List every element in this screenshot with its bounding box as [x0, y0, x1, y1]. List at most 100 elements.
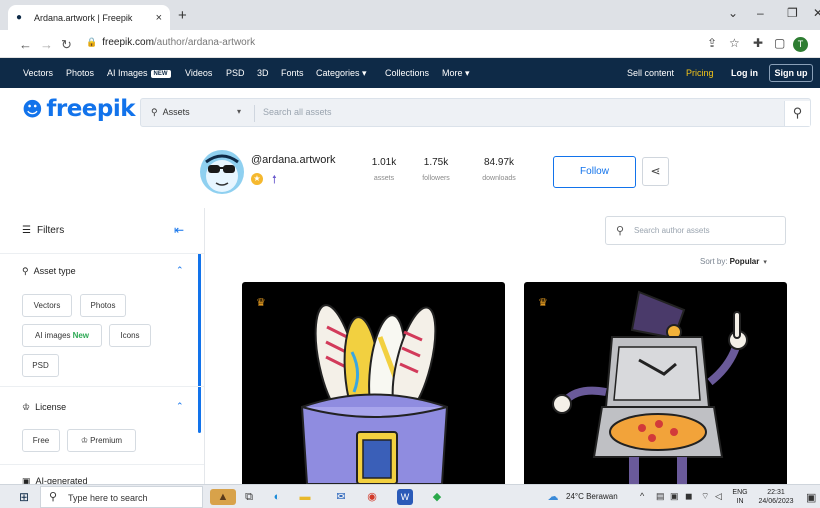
nav-ai-images[interactable]: AI Images NEW [107, 68, 171, 78]
weather-widget-icon[interactable]: ▲ [210, 489, 236, 505]
asset-card[interactable]: ♛ [524, 282, 787, 484]
windows-start-icon[interactable]: ⊞ [19, 490, 29, 504]
nav-photos[interactable]: Photos [66, 68, 94, 78]
stat-value: 1.75k [423, 157, 449, 168]
profile-avatar[interactable]: T [793, 37, 808, 52]
sidebar-scrollbar[interactable] [198, 253, 201, 433]
filters-header: ☰ Filters [22, 225, 64, 236]
chip-premium[interactable]: ♔ Premium [67, 429, 136, 452]
stat-downloads: 84.97k downloads [474, 157, 524, 182]
task-view-icon[interactable]: ⧉ [241, 489, 257, 505]
nav-3d[interactable]: 3D [257, 68, 269, 78]
tray-app-icon[interactable]: ▤ [656, 491, 665, 502]
tab-close-icon[interactable]: × [156, 12, 162, 24]
pricing-link[interactable]: Pricing [686, 68, 714, 78]
site-nav: Vectors Photos AI Images NEW Videos PSD 3… [0, 58, 820, 88]
chevron-up-icon[interactable]: ⌃ [176, 401, 184, 412]
nav-vectors[interactable]: Vectors [23, 68, 53, 78]
ai-generated-header[interactable]: ▣ AI-generated [22, 476, 88, 484]
lang-secondary: IN [736, 498, 744, 505]
tab-title: Ardana.artwork | Freepik [34, 12, 133, 23]
search-bar: ⚲ Assets ▾ Search all assets [140, 98, 811, 127]
chip-icons[interactable]: Icons [109, 324, 151, 347]
tray-app-icon[interactable]: ▣ [670, 491, 679, 502]
nav-psd[interactable]: PSD [226, 68, 245, 78]
tray-app-icon[interactable]: ◼ [685, 491, 692, 502]
clock[interactable]: 22:31 24/06/2023 [754, 488, 798, 506]
search-button[interactable]: ⚲ [784, 101, 810, 126]
divider [0, 464, 204, 465]
taskbar-search-input[interactable]: ⚲ Type here to search [40, 486, 203, 508]
language-indicator[interactable]: ENG IN [731, 488, 749, 506]
chip-ai-images[interactable]: AI images New [22, 324, 102, 347]
nav-videos[interactable]: Videos [185, 68, 212, 78]
freepik-logo[interactable]: ☻ freepik [22, 96, 136, 122]
chip-ai-images-label: AI images [34, 331, 71, 340]
lock-icon: 🔒 [86, 37, 98, 47]
forward-icon[interactable]: → [40, 37, 53, 52]
notifications-icon[interactable]: ▣ [806, 491, 816, 504]
mail-icon[interactable]: ✉ [333, 489, 349, 505]
sort-value: Popular [729, 257, 760, 266]
extensions-icon[interactable]: ✚ [753, 36, 763, 50]
crown-icon: ♔ [80, 436, 89, 445]
share-button[interactable]: ⋖ [642, 157, 669, 186]
chip-photos[interactable]: Photos [80, 294, 126, 317]
chevron-down-icon: ▾ [763, 259, 767, 266]
nav-more[interactable]: More ▾ [442, 68, 470, 79]
freepik-favicon-icon: ● [16, 11, 23, 23]
asset-type-header[interactable]: ⚲ Asset type [22, 266, 76, 277]
freepik-logo-icon: ☻ [22, 97, 43, 121]
asset-type-title: Asset type [33, 266, 76, 276]
chevron-up-icon[interactable]: ⌃ [176, 265, 184, 276]
sort-by-dropdown[interactable]: Sort by: Popular ▾ [700, 257, 767, 266]
new-tab-button[interactable]: + [178, 7, 187, 24]
network-icon[interactable]: ⌔ [701, 491, 709, 502]
author-search-placeholder: Search author assets [634, 226, 710, 235]
stat-followers: 1.75k followers [414, 157, 458, 182]
file-explorer-icon[interactable]: ▬ [297, 489, 313, 505]
share-page-icon[interactable]: ⇪ [707, 36, 717, 50]
divider [0, 253, 204, 254]
login-link[interactable]: Log in [731, 68, 758, 78]
asset-card[interactable]: ♛ [242, 282, 505, 484]
author-search-input[interactable]: ⚲ Search author assets [605, 216, 786, 245]
browser-tab[interactable]: ● Ardana.artwork | Freepik × [8, 5, 170, 30]
license-header[interactable]: ♔ License [22, 402, 66, 413]
chip-vectors[interactable]: Vectors [22, 294, 72, 317]
chevron-down-icon: ▾ [237, 107, 242, 116]
tab-search-icon[interactable]: ⌄ [728, 6, 738, 20]
restore-icon[interactable]: ❐ [787, 6, 798, 20]
word-icon[interactable]: W [397, 489, 413, 505]
url-domain: freepik.com [102, 37, 154, 48]
clock-time: 22:31 [767, 489, 785, 496]
nav-collections[interactable]: Collections [385, 68, 429, 78]
chip-psd[interactable]: PSD [22, 354, 59, 377]
edge-icon[interactable]: ◐ [269, 489, 285, 505]
author-handle: @ardana.artwork [251, 154, 336, 166]
app-icon[interactable]: ◆ [429, 489, 445, 505]
back-icon[interactable]: ← [19, 37, 32, 52]
side-panel-icon[interactable]: ▢ [774, 36, 785, 50]
tray-chevron-up-icon[interactable]: ^ [640, 491, 644, 501]
reload-icon[interactable]: ↻ [61, 37, 72, 53]
close-window-icon[interactable]: ✕ [813, 6, 820, 20]
assets-dropdown[interactable]: ⚲ Assets ▾ [151, 107, 241, 118]
lang-primary: ENG [732, 489, 748, 496]
stat-label: followers [422, 175, 450, 182]
nav-categories[interactable]: Categories ▾ [316, 68, 367, 79]
chip-free[interactable]: Free [22, 429, 60, 452]
sell-content-link[interactable]: Sell content [627, 68, 674, 78]
search-input[interactable]: Search all assets [263, 107, 332, 117]
filters-icon: ☰ [22, 225, 31, 236]
bookmark-star-icon[interactable]: ☆ [729, 36, 740, 50]
url-field[interactable]: 🔒 freepik.com/author/ardana-artwork [86, 37, 255, 48]
signup-button[interactable]: Sign up [769, 64, 813, 82]
collapse-sidebar-icon[interactable]: ⇤ [174, 223, 184, 237]
minimize-icon[interactable]: – [757, 6, 764, 20]
follow-button[interactable]: Follow [553, 156, 636, 188]
nav-fonts[interactable]: Fonts [281, 68, 304, 78]
weather-cloud-icon: ☁ [547, 491, 559, 503]
volume-icon[interactable]: ◁ [715, 491, 722, 502]
chrome-icon[interactable]: ◉ [364, 489, 380, 505]
